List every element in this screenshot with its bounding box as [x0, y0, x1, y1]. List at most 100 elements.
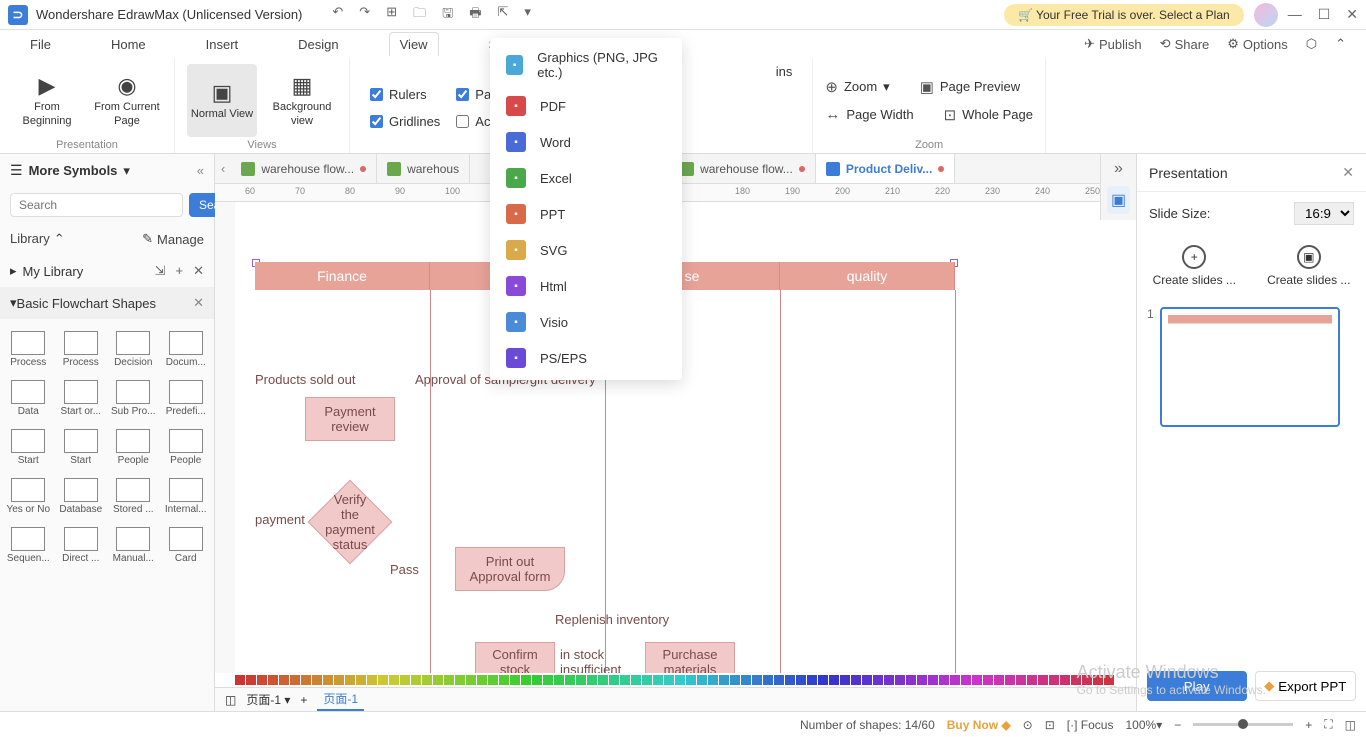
- shape-item[interactable]: Start or...: [57, 376, 106, 421]
- color-swatch[interactable]: [1082, 675, 1092, 685]
- page-dropdown[interactable]: 页面-1 ▾: [246, 691, 290, 708]
- create-slides-1[interactable]: +Create slides ...: [1153, 245, 1236, 287]
- color-swatch[interactable]: [378, 675, 388, 685]
- zoom-slider[interactable]: [1193, 723, 1293, 726]
- export-option[interactable]: ▪SVG: [490, 232, 682, 268]
- notification-icon[interactable]: ⬡: [1306, 36, 1317, 52]
- more-symbols-header[interactable]: ☰ More Symbols▾ «: [0, 154, 214, 187]
- shape-item[interactable]: Internal...: [162, 474, 211, 519]
- fullscreen-icon[interactable]: ◫: [1345, 718, 1356, 732]
- export-option[interactable]: ▪PPT: [490, 196, 682, 232]
- page-tab-active[interactable]: 页面-1: [317, 688, 364, 711]
- color-swatch[interactable]: [499, 675, 509, 685]
- my-library-row[interactable]: ▸My Library ⇲+✕: [0, 255, 214, 287]
- color-swatch[interactable]: [246, 675, 256, 685]
- shape-item[interactable]: Start: [57, 425, 106, 470]
- color-swatch[interactable]: [598, 675, 608, 685]
- color-swatch[interactable]: [906, 675, 916, 685]
- color-swatch[interactable]: [356, 675, 366, 685]
- color-swatch[interactable]: [642, 675, 652, 685]
- color-swatch[interactable]: [774, 675, 784, 685]
- color-swatch[interactable]: [323, 675, 333, 685]
- color-swatch[interactable]: [279, 675, 289, 685]
- color-swatch[interactable]: [917, 675, 927, 685]
- color-swatch[interactable]: [235, 675, 245, 685]
- from-beginning-button[interactable]: ▶From Beginning: [12, 64, 82, 137]
- color-swatch[interactable]: [543, 675, 553, 685]
- close-section-icon[interactable]: ✕: [193, 295, 204, 311]
- presentation-mode-icon[interactable]: ▣: [1107, 186, 1130, 214]
- export-ppt-button[interactable]: ◆Export PPT: [1255, 671, 1357, 701]
- collapse-ribbon-icon[interactable]: ⌃: [1335, 36, 1346, 52]
- shape-item[interactable]: Stored ...: [109, 474, 158, 519]
- shape-item[interactable]: People: [162, 425, 211, 470]
- create-slides-2[interactable]: ▣Create slides ...: [1267, 245, 1350, 287]
- search-input[interactable]: [10, 193, 183, 217]
- background-view-button[interactable]: ▦Background view: [267, 64, 337, 137]
- color-swatch[interactable]: [752, 675, 762, 685]
- color-swatch[interactable]: [565, 675, 575, 685]
- shape-item[interactable]: Direct ...: [57, 523, 106, 568]
- export-icon[interactable]: ⇱: [497, 4, 508, 26]
- flow-box[interactable]: Confirm stock: [475, 642, 555, 673]
- flow-box[interactable]: Payment review: [305, 397, 395, 441]
- color-swatch[interactable]: [1016, 675, 1026, 685]
- color-swatch[interactable]: [1093, 675, 1103, 685]
- export-option[interactable]: ▪Visio: [490, 304, 682, 340]
- color-swatch[interactable]: [631, 675, 641, 685]
- color-swatch[interactable]: [972, 675, 982, 685]
- shapes-section-header[interactable]: ▾ Basic Flowchart Shapes ✕: [0, 287, 214, 319]
- color-swatch[interactable]: [950, 675, 960, 685]
- shape-item[interactable]: Process: [4, 327, 53, 372]
- color-swatch[interactable]: [466, 675, 476, 685]
- menu-design[interactable]: Design: [288, 33, 348, 56]
- shape-item[interactable]: Start: [4, 425, 53, 470]
- color-swatch[interactable]: [730, 675, 740, 685]
- color-swatch[interactable]: [895, 675, 905, 685]
- doc-tab[interactable]: warehouse flow...: [231, 154, 377, 183]
- color-swatch[interactable]: [862, 675, 872, 685]
- color-swatch[interactable]: [686, 675, 696, 685]
- color-swatch[interactable]: [785, 675, 795, 685]
- color-swatch[interactable]: [510, 675, 520, 685]
- color-swatch[interactable]: [818, 675, 828, 685]
- color-swatch[interactable]: [719, 675, 729, 685]
- color-swatch[interactable]: [334, 675, 344, 685]
- color-swatch[interactable]: [1005, 675, 1015, 685]
- shape-item[interactable]: Decision: [109, 327, 158, 372]
- color-swatch[interactable]: [1060, 675, 1070, 685]
- collapse-panel-icon[interactable]: «: [197, 163, 204, 178]
- add-page-icon[interactable]: +: [300, 693, 307, 707]
- shape-item[interactable]: People: [109, 425, 158, 470]
- color-swatch[interactable]: [928, 675, 938, 685]
- maximize-icon[interactable]: ☐: [1318, 6, 1331, 23]
- color-swatch[interactable]: [807, 675, 817, 685]
- color-swatch[interactable]: [829, 675, 839, 685]
- sb-icon[interactable]: ⊙: [1023, 718, 1033, 732]
- manage-button[interactable]: ✎ Manage: [142, 231, 204, 247]
- slide-thumbnail[interactable]: 1: [1147, 307, 1356, 427]
- zoom-in-icon[interactable]: +: [1305, 718, 1312, 732]
- color-swatch[interactable]: [1104, 675, 1114, 685]
- color-swatch[interactable]: [763, 675, 773, 685]
- color-swatch[interactable]: [609, 675, 619, 685]
- color-swatch[interactable]: [1049, 675, 1059, 685]
- color-swatch[interactable]: [400, 675, 410, 685]
- menu-insert[interactable]: Insert: [196, 33, 249, 56]
- zoom-level[interactable]: 100%▾: [1125, 718, 1162, 732]
- publish-button[interactable]: ✈ Publish: [1084, 36, 1142, 52]
- color-swatch[interactable]: [444, 675, 454, 685]
- menu-file[interactable]: File: [20, 33, 61, 56]
- shape-item[interactable]: Manual...: [109, 523, 158, 568]
- color-swatch[interactable]: [884, 675, 894, 685]
- color-swatch[interactable]: [1027, 675, 1037, 685]
- color-swatch[interactable]: [268, 675, 278, 685]
- flow-doc[interactable]: Print out Approval form: [455, 547, 565, 591]
- color-swatch[interactable]: [1071, 675, 1081, 685]
- color-swatch[interactable]: [873, 675, 883, 685]
- color-swatch[interactable]: [488, 675, 498, 685]
- flow-box[interactable]: Purchase materials: [645, 642, 735, 673]
- export-option[interactable]: ▪Word: [490, 124, 682, 160]
- color-swatch[interactable]: [653, 675, 663, 685]
- close-panel-icon[interactable]: ✕: [1342, 164, 1354, 181]
